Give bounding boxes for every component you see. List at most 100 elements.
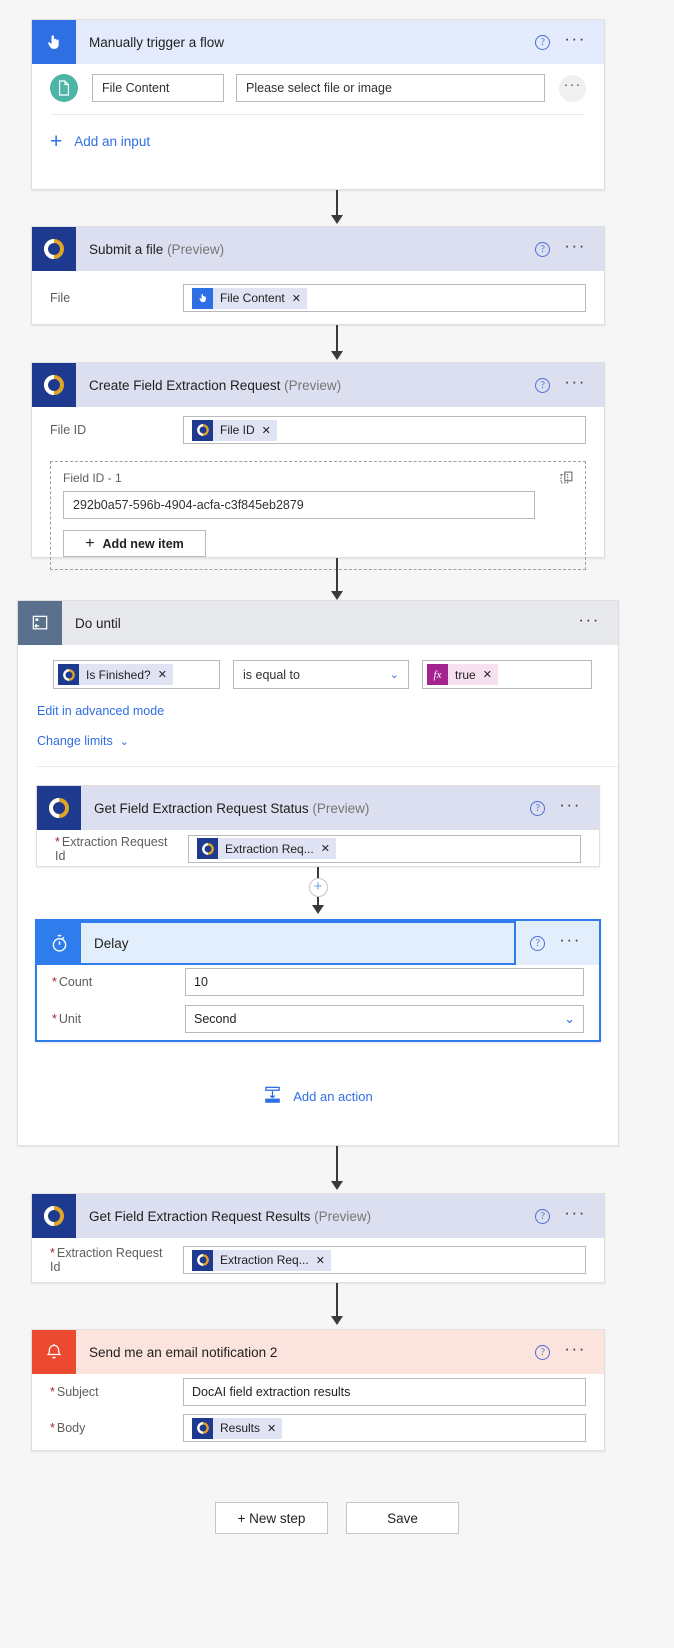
get-status-header[interactable]: Get Field Extraction Request Status (Pre… [37,786,599,830]
extraction-request-id-input[interactable]: Extraction Req... ✕ [188,834,581,863]
token-true-expression[interactable]: fx true ✕ [427,664,498,685]
do-until-scope[interactable]: Do until ··· Is Finished? ✕ is equal to … [17,600,619,1146]
bell-icon [32,1330,76,1374]
field-id-value-input[interactable]: 292b0a57-596b-4904-acfa-c3f845eb2879 [63,491,535,519]
preview-badge: (Preview) [314,1208,372,1224]
get-status-card[interactable]: Get Field Extraction Request Status (Pre… [36,785,600,867]
file-row: File File Content ✕ [50,271,586,325]
submit-a-file-card[interactable]: Submit a file (Preview) ? ··· File File … [31,226,605,325]
token-label: Is Finished? [86,667,151,682]
count-label: * Count [52,974,93,989]
create-request-header[interactable]: Create Field Extraction Request (Preview… [32,363,604,407]
edit-advanced-mode-link[interactable]: Edit in advanced mode [18,689,618,720]
file-id-input[interactable]: File ID ✕ [183,416,586,444]
send-email-header[interactable]: Send me an email notification 2 ? ··· [32,1330,604,1374]
help-circle-icon[interactable]: ? [535,1344,551,1360]
input-more-options-icon[interactable]: ··· [559,74,586,102]
insert-step-button[interactable]: + [308,878,328,897]
add-an-input-button[interactable]: + Add an input [50,115,586,168]
add-an-action-button[interactable]: Add an action [18,1064,618,1128]
connector-1 [0,190,674,224]
close-icon[interactable]: ✕ [483,668,492,681]
token-label: true [455,667,476,682]
chevron-down-icon: ⌄ [564,1011,575,1026]
help-circle-icon[interactable]: ? [535,241,551,257]
subject-row: * Subject DocAI field extraction results [50,1374,586,1410]
token-file-id[interactable]: File ID ✕ [192,419,277,441]
submit-a-file-header[interactable]: Submit a file (Preview) ? ··· [32,227,604,271]
token-extraction-request[interactable]: Extraction Req... ✕ [197,838,336,859]
connector-inner: + [18,867,618,914]
add-new-item-label: Add new item [102,536,184,551]
hand-pointer-icon [32,20,76,64]
more-options-icon[interactable]: ··· [578,611,600,631]
file-input[interactable]: File Content ✕ [183,284,586,312]
save-button[interactable]: Save [346,1502,459,1534]
token-extraction-request[interactable]: Extraction Req... ✕ [192,1249,331,1271]
get-results-card[interactable]: Get Field Extraction Request Results (Pr… [31,1193,605,1283]
send-email-card[interactable]: Send me an email notification 2 ? ··· * S… [31,1329,605,1451]
delay-card[interactable]: Delay ? ··· * Count 10 * Unit Second ⌄ [35,919,601,1042]
condition-operator-select[interactable]: is equal to ⌄ [233,660,409,689]
more-options-icon[interactable]: ··· [564,1204,586,1224]
close-icon[interactable]: ✕ [262,424,271,437]
unit-select[interactable]: Second ⌄ [185,1005,584,1033]
required-asterisk: * [52,974,57,989]
more-options-icon[interactable]: ··· [559,931,581,951]
help-circle-icon[interactable]: ? [530,935,546,951]
trigger-card-header[interactable]: Manually trigger a flow ? ··· [32,20,604,64]
subject-input[interactable]: DocAI field extraction results [183,1378,586,1406]
create-request-title: Create Field Extraction Request (Preview… [89,377,342,393]
condition-left-field[interactable]: Is Finished? ✕ [53,660,220,689]
help-circle-icon[interactable]: ? [535,34,551,50]
document-icon [50,74,78,102]
more-options-icon[interactable]: ··· [564,237,586,257]
get-results-header[interactable]: Get Field Extraction Request Results (Pr… [32,1194,604,1238]
chevron-down-icon: ⌄ [119,735,129,748]
help-circle-icon[interactable]: ? [530,800,546,816]
close-icon[interactable]: ✕ [267,1422,276,1435]
body-label: * Body [50,1421,86,1435]
token-file-content[interactable]: File Content ✕ [192,287,307,309]
unit-value: Second [194,1012,237,1026]
close-icon[interactable]: ✕ [158,668,167,681]
count-input[interactable]: 10 [185,967,584,996]
extraction-request-id-label: * Extraction Request Id [50,1246,163,1274]
new-step-button[interactable]: + New step [215,1502,328,1534]
input-name-field[interactable]: File Content [92,74,224,102]
add-new-item-button[interactable]: + Add new item [63,530,206,557]
more-options-icon[interactable]: ··· [564,30,586,50]
field-id-group: Field ID - 1 292b0a57-596b-4904-acfa-c3f… [50,461,586,570]
condition-right-field[interactable]: fx true ✕ [422,660,592,689]
operator-value: is equal to [243,667,300,682]
close-icon[interactable]: ✕ [316,1254,325,1267]
do-until-loop-icon [18,601,62,645]
more-options-icon[interactable]: ··· [559,796,581,816]
trigger-card[interactable]: Manually trigger a flow ? ··· File Conte… [31,19,605,190]
token-is-finished[interactable]: Is Finished? ✕ [58,664,173,685]
copy-icon[interactable] [559,470,574,490]
close-icon[interactable]: ✕ [292,292,301,305]
close-icon[interactable]: ✕ [321,842,330,855]
create-field-extraction-request-card[interactable]: Create Field Extraction Request (Preview… [31,362,605,570]
token-results[interactable]: Results ✕ [192,1417,283,1439]
more-options-icon[interactable]: ··· [564,373,586,393]
input-placeholder-field[interactable]: Please select file or image [236,74,545,102]
more-options-icon[interactable]: ··· [564,1340,586,1360]
change-limits-toggle[interactable]: Change limits ⌄ [18,720,618,748]
extraction-request-id-input[interactable]: Extraction Req... ✕ [183,1246,586,1274]
required-asterisk: * [50,1421,55,1435]
file-id-row: File ID File ID ✕ [50,407,586,453]
delay-header[interactable]: Delay ? ··· [35,921,599,965]
help-circle-icon[interactable]: ? [535,1208,551,1224]
trigger-title: Manually trigger a flow [89,34,225,50]
extraction-request-id-row: * Extraction Request Id Extraction Req... [50,1238,586,1282]
file-id-label: File ID [50,423,87,437]
plus-icon: + [85,534,95,552]
delay-header-focus-box[interactable]: Delay [35,921,517,965]
do-until-header[interactable]: Do until ··· [18,601,618,645]
docai-ring-icon [197,838,218,859]
body-input[interactable]: Results ✕ [183,1414,586,1442]
unit-row: * Unit Second ⌄ [52,998,584,1040]
help-circle-icon[interactable]: ? [535,377,551,393]
